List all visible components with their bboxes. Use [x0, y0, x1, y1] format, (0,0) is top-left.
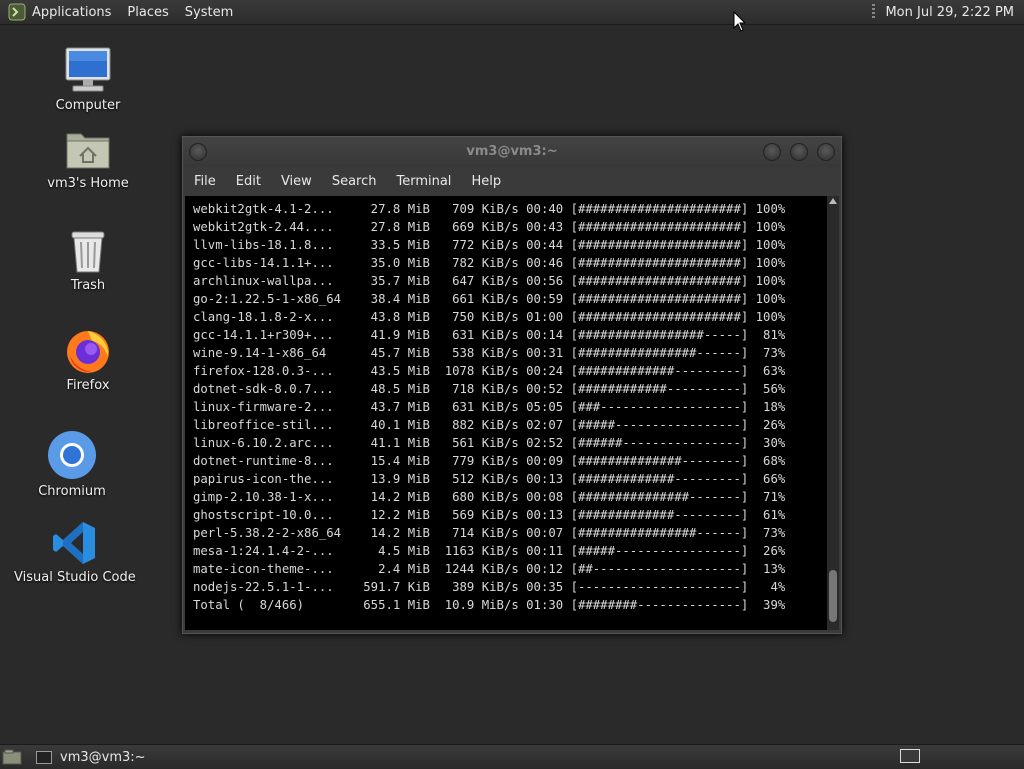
maximize-button[interactable]	[790, 143, 808, 161]
desktop-icon-label: Firefox	[66, 378, 110, 393]
top-panel: Applications Places System Mon Jul 29, 2…	[0, 0, 1024, 25]
clock[interactable]: Mon Jul 29, 2:22 PM	[885, 5, 1014, 20]
terminal-line: go-2:1.22.5-1-x86_64 38.4 MiB 661 KiB/s …	[193, 292, 786, 306]
scrollbar-thumb[interactable]	[829, 570, 837, 622]
taskbar-label: vm3@vm3:~	[60, 749, 146, 765]
terminal-menubar: File Edit View Search Terminal Help	[183, 167, 841, 195]
terminal-line: gcc-libs-14.1.1+... 35.0 MiB 782 KiB/s 0…	[193, 256, 786, 270]
terminal-titlebar[interactable]: vm3@vm3:~	[183, 137, 841, 167]
terminal-scrollbar[interactable]	[827, 196, 839, 630]
applications-menu[interactable]: Applications	[32, 5, 119, 20]
menu-terminal[interactable]: Terminal	[396, 174, 451, 189]
show-desktop-icon[interactable]	[2, 749, 22, 765]
terminal-line: dotnet-sdk-8.0.7... 48.5 MiB 718 KiB/s 0…	[193, 382, 786, 396]
terminal-line: mesa-1:24.1.4-2-... 4.5 MiB 1163 KiB/s 0…	[193, 544, 786, 558]
firefox-icon	[67, 331, 109, 373]
places-menu[interactable]: Places	[127, 5, 176, 20]
vscode-icon	[53, 522, 95, 564]
terminal-line: perl-5.38.2-2-x86_64 14.2 MiB 714 KiB/s …	[193, 526, 786, 540]
terminal-line: firefox-128.0.3-... 43.5 MiB 1078 KiB/s …	[193, 364, 786, 378]
terminal-line: llvm-libs-18.1.8... 33.5 MiB 772 KiB/s 0…	[193, 238, 786, 252]
desktop-icon-label: Trash	[70, 278, 106, 293]
terminal-lines: webkit2gtk-4.1-2... 27.8 MiB 709 KiB/s 0…	[193, 200, 785, 614]
terminal-line: clang-18.1.8-2-x... 43.8 MiB 750 KiB/s 0…	[193, 310, 786, 324]
terminal-line: Total ( 8/466) 655.1 MiB 10.9 MiB/s 01:3…	[193, 598, 786, 612]
workspace-switcher[interactable]	[900, 749, 920, 763]
terminal-line: libreoffice-stil... 40.1 MiB 882 KiB/s 0…	[193, 418, 786, 432]
computer-icon	[65, 47, 111, 92]
chromium-icon	[48, 431, 96, 479]
desktop-icon-trash[interactable]: Trash	[48, 228, 128, 293]
menu-help[interactable]: Help	[471, 174, 501, 189]
terminal-line: gimp-2.10.38-1-x... 14.2 MiB 680 KiB/s 0…	[193, 490, 786, 504]
top-right-tray: Mon Jul 29, 2:22 PM	[872, 0, 1014, 24]
terminal-line: archlinux-wallpa... 35.7 MiB 647 KiB/s 0…	[193, 274, 786, 288]
minimize-button[interactable]	[763, 143, 781, 161]
terminal-output[interactable]: webkit2gtk-4.1-2... 27.8 MiB 709 KiB/s 0…	[185, 196, 827, 630]
bottom-panel: vm3@vm3:~	[0, 744, 1024, 769]
terminal-line: webkit2gtk-2.44.... 27.8 MiB 669 KiB/s 0…	[193, 220, 786, 234]
terminal-line: dotnet-runtime-8... 15.4 MiB 779 KiB/s 0…	[193, 454, 786, 468]
terminal-line: webkit2gtk-4.1-2... 27.8 MiB 709 KiB/s 0…	[193, 202, 786, 216]
terminal-line: papirus-icon-the... 13.9 MiB 512 KiB/s 0…	[193, 472, 786, 486]
terminal-window[interactable]: vm3@vm3:~ File Edit View Search Terminal…	[182, 136, 842, 634]
desktop-icon-firefox[interactable]: Firefox	[48, 326, 128, 393]
terminal-icon	[36, 750, 52, 764]
terminal-line: linux-6.10.2.arc... 41.1 MiB 561 KiB/s 0…	[193, 436, 786, 450]
desktop-icon-label: vm3's Home	[47, 176, 129, 191]
taskbar-terminal-button[interactable]: vm3@vm3:~	[36, 750, 146, 765]
close-button[interactable]	[817, 143, 835, 161]
menu-edit[interactable]: Edit	[236, 174, 261, 189]
window-menu-button[interactable]	[189, 143, 207, 161]
terminal-line: mate-icon-theme-... 2.4 MiB 1244 KiB/s 0…	[193, 562, 786, 576]
terminal-line: ghostscript-10.0... 12.2 MiB 569 KiB/s 0…	[193, 508, 786, 522]
desktop-icon-label: Computer	[55, 98, 121, 113]
system-menu[interactable]: System	[185, 5, 241, 20]
terminal-line: nodejs-22.5.1-1-... 591.7 KiB 389 KiB/s …	[193, 580, 786, 594]
mate-logo-icon[interactable]	[8, 3, 26, 21]
trash-icon	[71, 231, 105, 273]
terminal-line: wine-9.14-1-x86_64 45.7 MiB 538 KiB/s 00…	[193, 346, 786, 360]
menu-view[interactable]: View	[281, 174, 312, 189]
scroll-up-arrow-icon[interactable]	[829, 198, 837, 204]
window-title: vm3@vm3:~	[466, 144, 558, 159]
mouse-cursor-icon	[733, 11, 747, 32]
desktop-icon-vscode[interactable]: Visual Studio Code	[14, 520, 136, 585]
panel-handle-icon	[872, 4, 876, 20]
home-folder-icon	[66, 133, 110, 169]
desktop-icon-label: Chromium	[38, 484, 106, 499]
desktop-icon-label: Visual Studio Code	[14, 570, 136, 585]
terminal-line: gcc-14.1.1+r309+... 41.9 MiB 631 KiB/s 0…	[193, 328, 786, 342]
menu-search[interactable]: Search	[332, 174, 377, 189]
desktop-icon-home[interactable]: vm3's Home	[43, 128, 133, 191]
desktop-icon-chromium[interactable]: Chromium	[32, 430, 112, 499]
terminal-line: linux-firmware-2... 43.7 MiB 631 KiB/s 0…	[193, 400, 786, 414]
menu-file[interactable]: File	[194, 174, 216, 189]
desktop-icon-computer[interactable]: Computer	[48, 46, 128, 113]
